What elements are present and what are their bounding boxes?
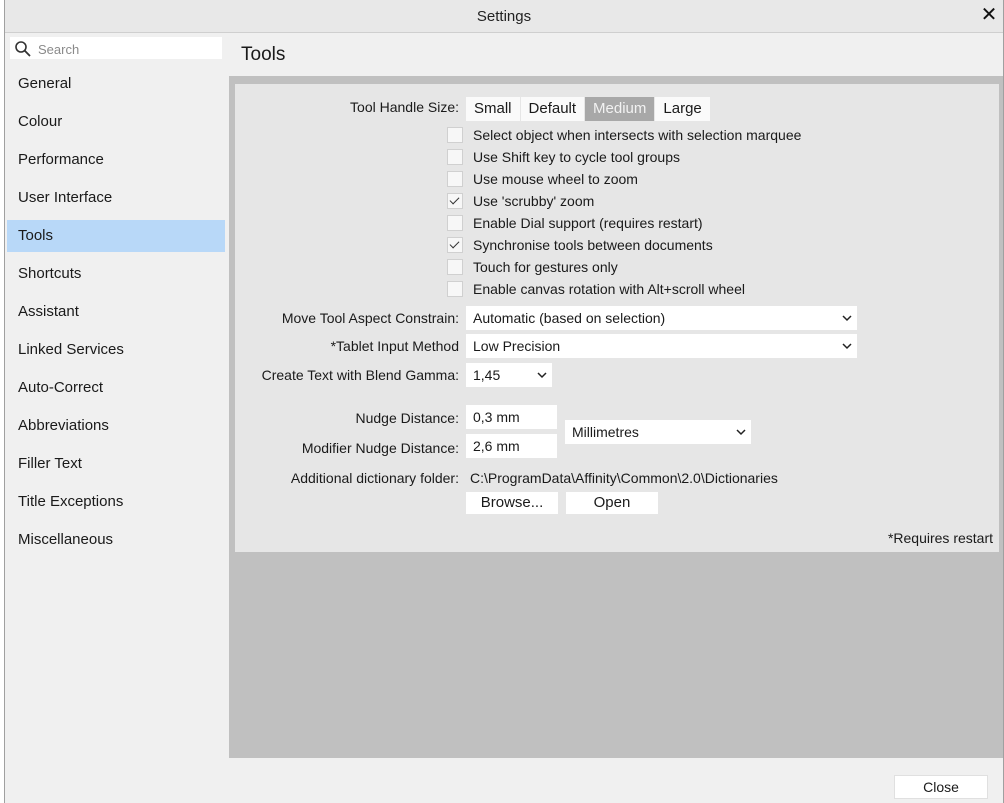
sidebar-item-filler-text[interactable]: Filler Text	[7, 448, 225, 480]
checkbox-touch-gestures-only[interactable]: Touch for gestures only	[447, 257, 618, 277]
search-icon	[15, 41, 31, 57]
dropdown-value: Millimetres	[572, 424, 639, 440]
checkbox-scrubby-zoom[interactable]: Use 'scrubby' zoom	[447, 191, 594, 211]
tools-settings-panel: Tool Handle Size: Small Default Medium L…	[235, 84, 999, 552]
sidebar-item-shortcuts[interactable]: Shortcuts	[7, 258, 225, 290]
tool-handle-size-selector: Small Default Medium Large	[466, 97, 711, 121]
sidebar-item-general[interactable]: General	[7, 68, 225, 100]
chevron-down-icon	[842, 343, 852, 350]
search-input[interactable]	[36, 39, 220, 59]
open-button[interactable]: Open	[566, 492, 658, 514]
sidebar-item-abbreviations[interactable]: Abbreviations	[7, 410, 225, 442]
blend-gamma-label: Create Text with Blend Gamma:	[261, 367, 459, 383]
close-icon[interactable]: ✕	[977, 3, 1001, 27]
chevron-down-icon	[537, 372, 547, 379]
sidebar-item-colour[interactable]: Colour	[7, 106, 225, 138]
checkbox-box[interactable]	[447, 281, 463, 297]
title-bar: Settings ✕	[5, 0, 1003, 33]
window-title: Settings	[476, 8, 532, 25]
checkbox-label: Use mouse wheel to zoom	[473, 171, 638, 187]
sidebar-item-performance[interactable]: Performance	[7, 144, 225, 176]
blend-gamma-dropdown[interactable]: 1,45	[466, 363, 552, 387]
checkbox-box[interactable]	[447, 171, 463, 187]
checkbox-box[interactable]	[447, 237, 463, 253]
handle-size-large-button[interactable]: Large	[655, 97, 710, 121]
sidebar-item-title-exceptions[interactable]: Title Exceptions	[7, 486, 225, 518]
close-button[interactable]: Close	[894, 775, 988, 799]
dictionary-folder-path: C:\ProgramData\Affinity\Common\2.0\Dicti…	[470, 470, 778, 486]
checkbox-dial-support[interactable]: Enable Dial support (requires restart)	[447, 213, 703, 233]
dropdown-value: 1,45	[473, 367, 501, 383]
sidebar-item-linked-services[interactable]: Linked Services	[7, 334, 225, 366]
checkbox-mouse-wheel-zoom[interactable]: Use mouse wheel to zoom	[447, 169, 638, 189]
settings-window: Settings ✕ General Colour Performance Us…	[4, 0, 1004, 803]
checkbox-box[interactable]	[447, 259, 463, 275]
sidebar-item-auto-correct[interactable]: Auto-Correct	[7, 372, 225, 404]
checkbox-shift-cycle-tool-groups[interactable]: Use Shift key to cycle tool groups	[447, 147, 680, 167]
chevron-down-icon	[736, 429, 746, 436]
sidebar-item-user-interface[interactable]: User Interface	[7, 182, 225, 214]
nudge-distance-label: Nudge Distance:	[355, 410, 459, 426]
tablet-input-dropdown[interactable]: Low Precision	[466, 334, 857, 358]
handle-size-small-button[interactable]: Small	[466, 97, 520, 121]
checkbox-label: Use 'scrubby' zoom	[473, 193, 595, 209]
checkbox-label: Touch for gestures only	[473, 259, 618, 275]
page-title: Tools	[241, 44, 286, 65]
move-tool-aspect-dropdown[interactable]: Automatic (based on selection)	[466, 306, 857, 330]
sidebar-item-tools[interactable]: Tools	[7, 220, 225, 252]
units-dropdown[interactable]: Millimetres	[565, 420, 751, 444]
sidebar-item-miscellaneous[interactable]: Miscellaneous	[7, 524, 225, 556]
move-tool-aspect-label: Move Tool Aspect Constrain:	[281, 310, 459, 326]
checkbox-label: Synchronise tools between documents	[473, 237, 713, 253]
chevron-down-icon	[842, 315, 852, 322]
dropdown-value: Automatic (based on selection)	[473, 310, 666, 326]
dropdown-value: Low Precision	[473, 338, 561, 354]
checkbox-canvas-rotation[interactable]: Enable canvas rotation with Alt+scroll w…	[447, 279, 745, 299]
checkbox-box[interactable]	[447, 149, 463, 165]
requires-restart-note: *Requires restart	[887, 530, 993, 546]
checkbox-label: Use Shift key to cycle tool groups	[473, 149, 680, 165]
sidebar-item-assistant[interactable]: Assistant	[7, 296, 225, 328]
checkbox-select-object-intersects[interactable]: Select object when intersects with selec…	[447, 125, 801, 145]
checkbox-synchronise-tools[interactable]: Synchronise tools between documents	[447, 235, 713, 255]
nudge-distance-field[interactable]: 0,3 mm	[466, 405, 557, 429]
sidebar: General Colour Performance User Interfac…	[5, 32, 229, 762]
dictionary-folder-label: Additional dictionary folder:	[290, 470, 459, 486]
handle-size-default-button[interactable]: Default	[520, 97, 585, 121]
search-box[interactable]	[9, 36, 223, 60]
checkbox-label: Enable Dial support (requires restart)	[473, 215, 703, 231]
checkbox-label: Select object when intersects with selec…	[473, 127, 802, 143]
checkbox-label: Enable canvas rotation with Alt+scroll w…	[473, 281, 745, 297]
tablet-input-label: *Tablet Input Method	[330, 338, 459, 354]
checkbox-box[interactable]	[447, 215, 463, 231]
tool-handle-size-label: Tool Handle Size:	[350, 99, 459, 115]
modifier-nudge-label: Modifier Nudge Distance:	[301, 440, 459, 456]
checkbox-box[interactable]	[447, 127, 463, 143]
modifier-nudge-field[interactable]: 2,6 mm	[466, 434, 557, 458]
browse-button[interactable]: Browse...	[466, 492, 558, 514]
handle-size-medium-button[interactable]: Medium	[585, 97, 655, 121]
checkbox-box[interactable]	[447, 193, 463, 209]
